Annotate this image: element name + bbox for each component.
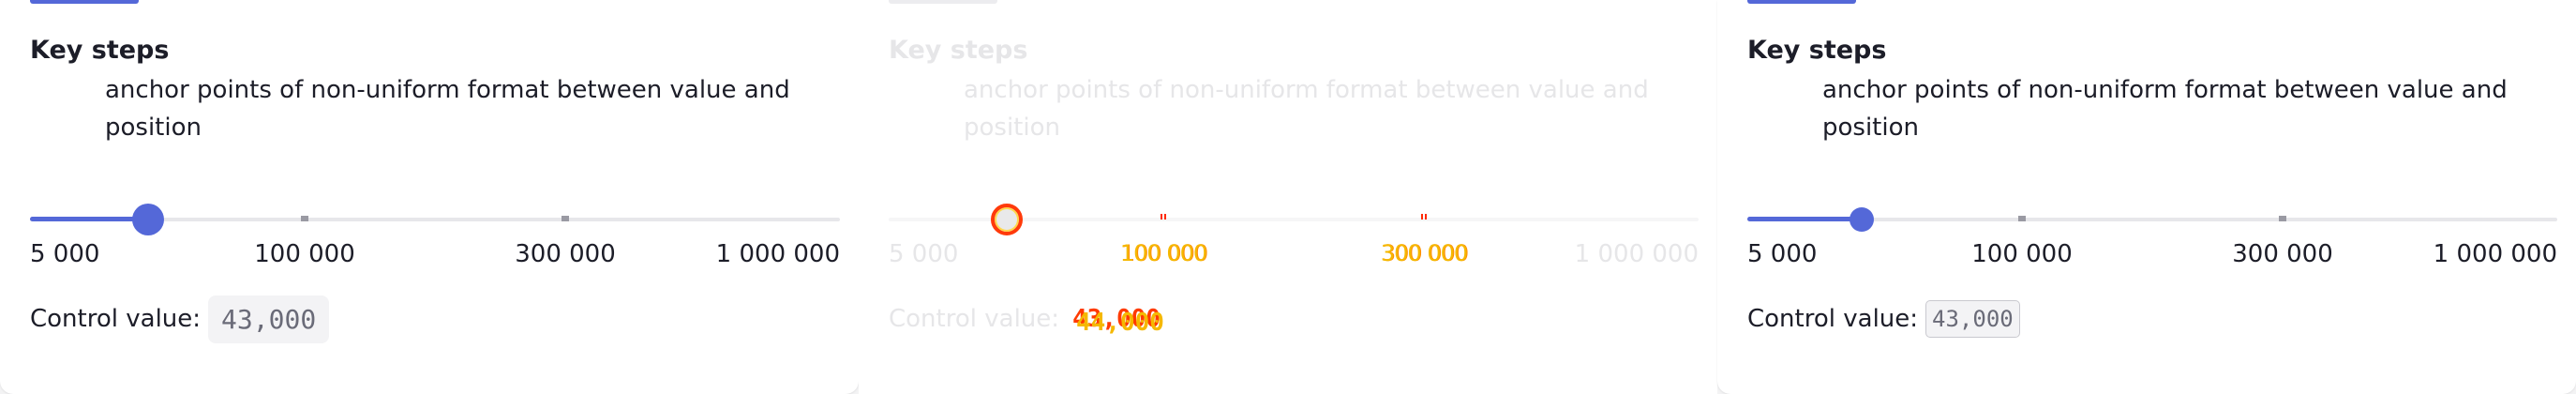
control-value-row: Control value: 43,000 [30, 291, 330, 347]
slider-label-max: 1 000 000 [2433, 240, 2557, 268]
slider-fill [1747, 217, 1862, 221]
slider-label: 100 000 [254, 240, 355, 268]
control-value-readout: 43,000 [1925, 300, 2020, 338]
slider-fill [30, 217, 148, 221]
slider-tick [301, 216, 308, 221]
slider-thumb[interactable] [1850, 207, 1874, 232]
slider-thumb[interactable] [132, 204, 164, 235]
slider-label: 300 000 [515, 240, 616, 268]
slider-tick [2279, 216, 2286, 221]
tab-indicator [30, 0, 139, 4]
slider-tick [1160, 214, 1167, 221]
slider-thumb[interactable] [991, 204, 1023, 235]
control-value-label: Control value: [1747, 305, 1919, 333]
control-value-row: Control value: 43,000 [1747, 291, 2020, 347]
section-heading: Key steps [1747, 36, 1887, 65]
slider-label-min: 5 000 [1747, 240, 1818, 268]
slider-tick [2018, 216, 2026, 221]
slider-label: 100 000 [1119, 240, 1207, 266]
section-heading: Key steps [30, 36, 170, 65]
control-value-label: Control value: [889, 305, 1060, 333]
tab-indicator [1747, 0, 1856, 4]
slider-label-max: 1 000 000 [715, 240, 840, 268]
section-description: anchor points of non-uniform format betw… [964, 76, 1649, 142]
control-value-readout: 43,000 [208, 295, 330, 343]
control-value-overlay: 44,000 [1076, 309, 1164, 337]
control-value-readout: 44,000 43,000 [1067, 305, 1166, 337]
section-description: anchor points of non-uniform format betw… [1822, 76, 2508, 142]
section-heading: Key steps [889, 36, 1028, 65]
slider-tick [1420, 214, 1428, 221]
slider-label: 100 000 [1971, 240, 2073, 268]
tab-indicator [889, 0, 997, 4]
baseline-panel: Key steps anchor points of non-uniform f… [0, 0, 859, 394]
slider-label-min: 5 000 [889, 240, 959, 268]
current-panel: Key steps anchor points of non-uniform f… [1717, 0, 2576, 394]
control-value-label: Control value: [30, 305, 202, 333]
slider-label: 300 000 [2232, 240, 2333, 268]
diff-canvas: Key steps anchor points of non-uniform f… [0, 0, 2576, 394]
control-value-row: Control value: 44,000 43,000 [889, 291, 1166, 347]
slider-label-min: 5 000 [30, 240, 100, 268]
section-description: anchor points of non-uniform format betw… [105, 76, 790, 142]
slider-label-max: 1 000 000 [1574, 240, 1699, 268]
slider-label: 300 000 [1380, 240, 1468, 266]
slider-tick [562, 216, 569, 221]
diff-panel: Key steps anchor points of non-uniform f… [859, 0, 1717, 394]
